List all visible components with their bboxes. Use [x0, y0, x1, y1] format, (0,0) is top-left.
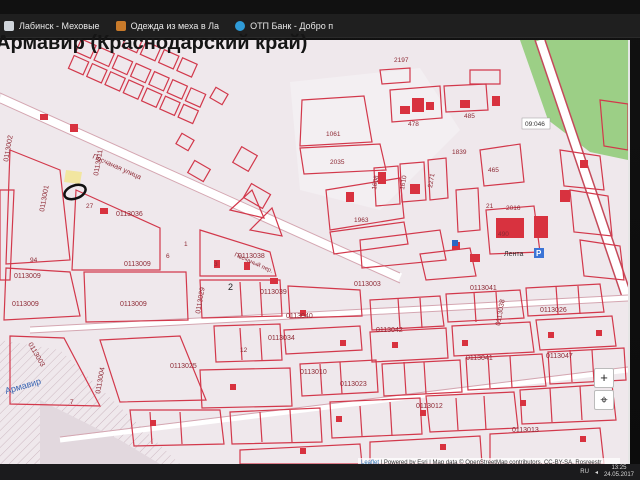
block-number: 0113009	[120, 301, 147, 308]
block-number: 0113009	[14, 273, 41, 280]
block-number: 0113041	[466, 355, 493, 362]
parcel-number: 1839	[452, 149, 467, 156]
bookmark-favicon-icon	[115, 20, 126, 31]
parcel-number: 6	[166, 253, 170, 260]
parcel-number: 94	[30, 257, 38, 264]
block-number: 0113009	[124, 261, 151, 268]
poi-marker-icon[interactable]	[452, 240, 458, 246]
zoom-in-button[interactable]: +	[594, 368, 614, 388]
block-number: 0113013	[512, 427, 539, 434]
block-number: 0113041	[470, 285, 497, 292]
volume-icon[interactable]: ◂	[595, 469, 598, 476]
block-number: 0113039	[260, 289, 287, 296]
block-number: 0113034	[268, 335, 295, 342]
parcel-number: 2	[228, 282, 233, 292]
clock-time: 13:25	[611, 465, 627, 471]
parcel-number: 27	[86, 203, 94, 210]
parcel-number: 2035	[330, 159, 345, 166]
road-ref-badge: 09:046	[521, 117, 551, 130]
parcel-number: 478	[408, 121, 419, 128]
block-number: 0113040	[286, 313, 313, 320]
parcel-number: 485	[464, 113, 475, 120]
block-number: 0113047	[546, 353, 573, 360]
store-label: Лента	[504, 251, 523, 258]
parcel-number: 1963	[354, 217, 369, 224]
parcel-number: 3	[214, 261, 218, 268]
block-number: 0113036	[116, 211, 143, 218]
parcel-number: 465	[488, 167, 499, 174]
road-ref: 09:046	[525, 121, 545, 128]
parcel-number: 490	[498, 231, 509, 238]
block-number: 0113042	[376, 327, 403, 334]
parcel-number: 21	[486, 203, 494, 210]
clock-date: 24.05.2017	[603, 472, 634, 478]
parcel-number: 7	[70, 399, 74, 406]
language-indicator[interactable]: RU	[580, 469, 589, 475]
system-tray: RU ◂ 13:25 24.05.2017	[580, 465, 634, 479]
bookmark-otp-bank[interactable]: ОТП Банк - Добро п	[235, 20, 334, 31]
block-number: 0113012	[416, 403, 443, 410]
block-number: 0113003	[354, 281, 381, 288]
taskbar: RU ◂ 13:25 24.05.2017	[0, 464, 640, 480]
bookmark-odezhda[interactable]: Одежда из меха в Ла	[115, 20, 220, 31]
block-number: 0113009	[12, 301, 39, 308]
block-number: 0113023	[340, 381, 367, 388]
highlighted-parcel[interactable]	[64, 170, 82, 184]
block-number: 0113026	[540, 307, 567, 314]
parcel-number: 2197	[394, 57, 409, 64]
screen: Лабинск - Меховые Одежда из меха в Ла ОТ…	[0, 0, 640, 480]
parcel-number: 1061	[326, 131, 341, 138]
parking-label: P	[536, 249, 542, 258]
clock[interactable]: 13:25 24.05.2017	[604, 465, 634, 479]
bookmark-label: Лабинск - Меховые	[19, 20, 100, 31]
bookmark-label: ОТП Банк - Добро п	[250, 20, 334, 31]
parking-icon: P	[534, 248, 544, 258]
parcel-number: 2016	[506, 205, 521, 212]
parcel-number: 12	[240, 347, 248, 354]
bookmark-favicon-icon	[235, 20, 246, 31]
bookmark-label: Одежда из меха в Ла	[130, 20, 220, 31]
page-title: Армавир (Краснодарский край)	[0, 33, 308, 53]
cadastral-map[interactable]: Песчаная улица Песчаный пер. 2197 1061 4…	[0, 40, 630, 464]
bookmark-favicon-icon	[4, 20, 14, 31]
bookmark-labinsk[interactable]: Лабинск - Меховые	[4, 20, 100, 31]
block-number: 0113010	[300, 369, 327, 376]
block-number: 0113038	[238, 253, 265, 260]
parcel-number: 1	[184, 241, 188, 248]
locate-button[interactable]: ⌖	[594, 390, 614, 410]
map-canvas[interactable]: Песчаная улица Песчаный пер. 2197 1061 4…	[0, 40, 628, 464]
block-number: 0113025	[170, 363, 197, 370]
